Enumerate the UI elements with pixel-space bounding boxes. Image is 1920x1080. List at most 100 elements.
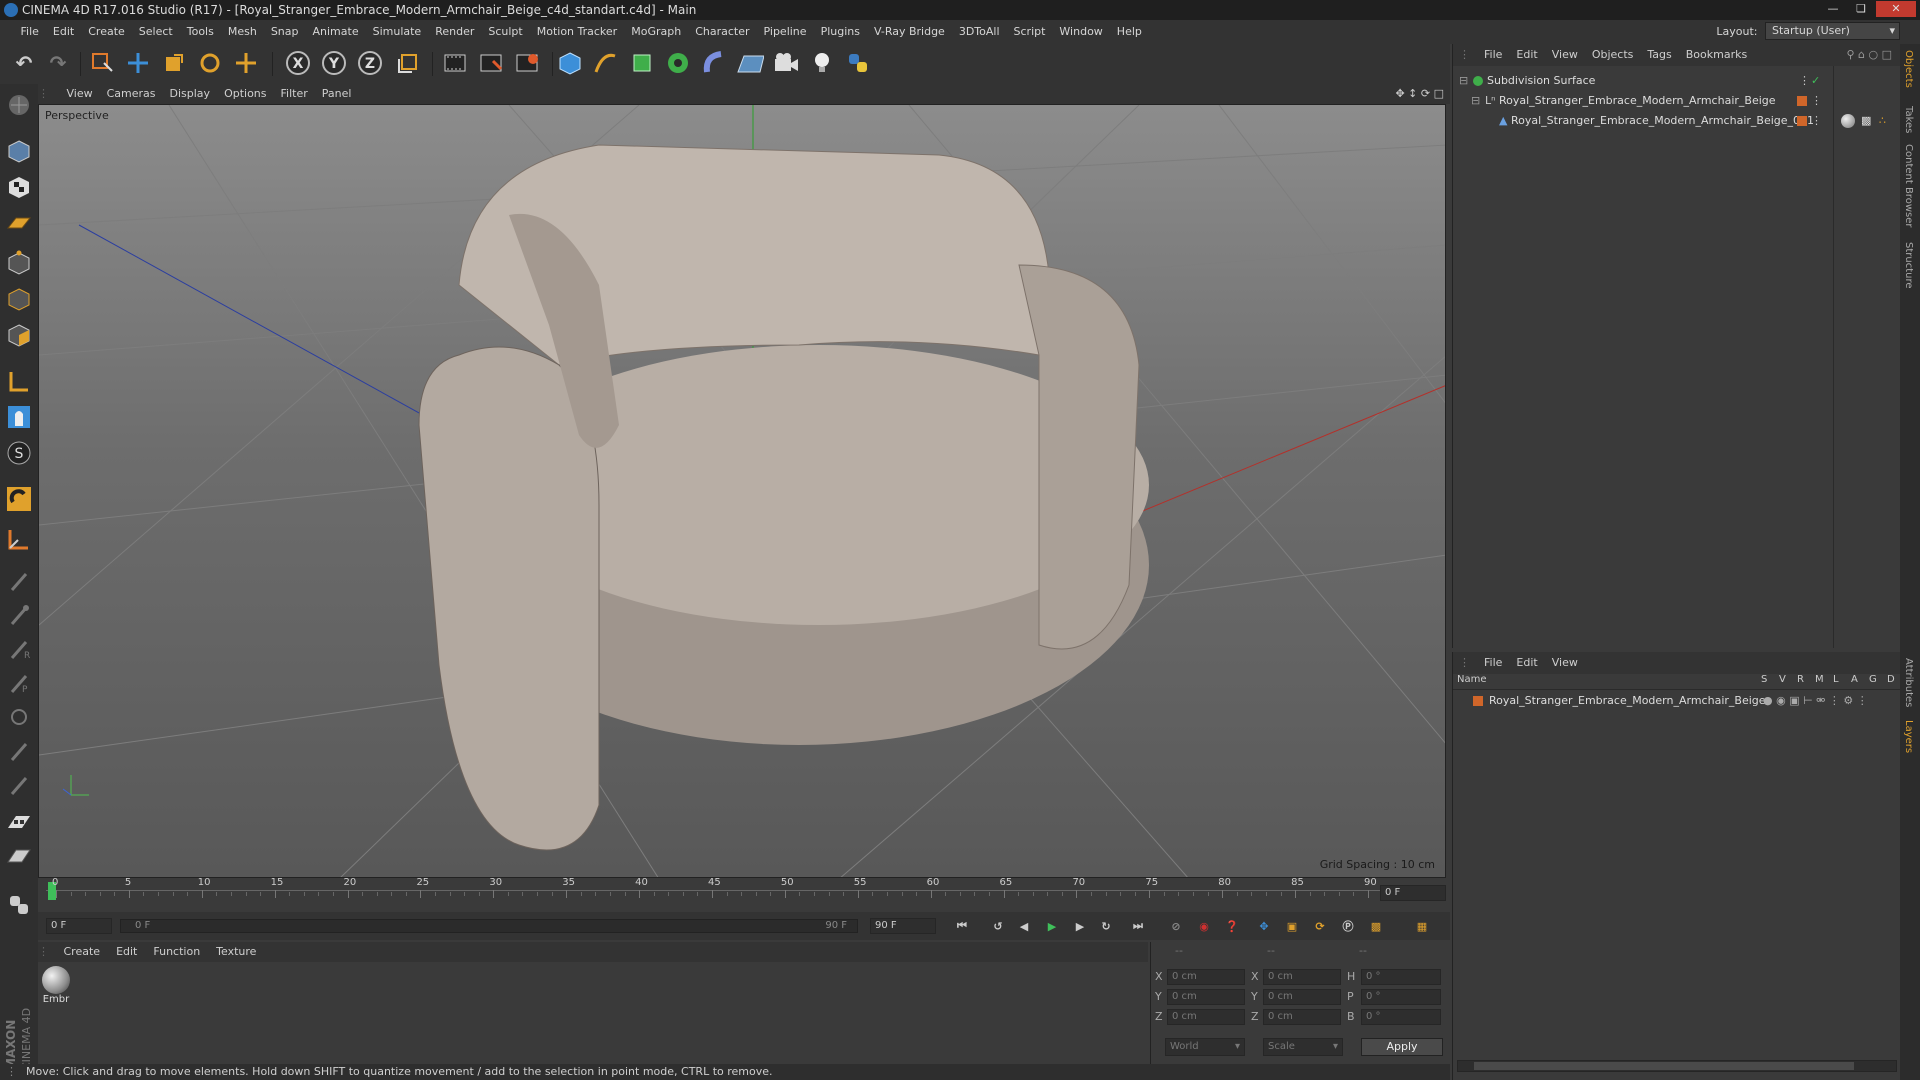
coordinate-system-dropdown[interactable]: World ▾ bbox=[1165, 1038, 1245, 1056]
model-mode-icon[interactable] bbox=[4, 136, 34, 166]
menu-sculpt[interactable]: Sculpt bbox=[481, 20, 529, 44]
light-icon[interactable] bbox=[808, 49, 836, 77]
texture-mode-icon[interactable] bbox=[4, 172, 34, 202]
layer-color-swatch[interactable] bbox=[1797, 96, 1807, 106]
spline-pen-icon[interactable] bbox=[592, 49, 620, 77]
python-icon[interactable] bbox=[844, 49, 872, 77]
menu-character[interactable]: Character bbox=[688, 20, 756, 44]
x-axis-lock-icon[interactable]: X bbox=[284, 49, 312, 77]
python-console-icon[interactable] bbox=[4, 890, 34, 920]
render-picture-viewer-icon[interactable] bbox=[478, 49, 506, 77]
floor-icon[interactable] bbox=[736, 49, 764, 77]
cube-primitive-icon[interactable] bbox=[556, 49, 584, 77]
layer-color-swatch[interactable] bbox=[1473, 696, 1483, 706]
menu-file[interactable]: File bbox=[14, 20, 46, 44]
rotation-p-field[interactable]: 0 ° bbox=[1361, 989, 1441, 1005]
magnet-icon[interactable] bbox=[4, 484, 34, 514]
z-axis-lock-icon[interactable]: Z bbox=[356, 49, 384, 77]
viewport-menu-cameras[interactable]: Cameras bbox=[100, 84, 163, 104]
scrollbar-thumb[interactable] bbox=[1474, 1062, 1854, 1070]
size-y-field[interactable]: 0 cm bbox=[1263, 989, 1341, 1005]
menu-pipeline[interactable]: Pipeline bbox=[757, 20, 814, 44]
material-tag-icon[interactable] bbox=[1841, 114, 1855, 128]
brush-tool-icon[interactable] bbox=[4, 566, 34, 596]
timeline-ruler[interactable]: 0 5 10 15 20 25 30 35 40 45 50 55 60 65 70 75 80 85 90 0 F bbox=[38, 877, 1450, 912]
perspective-viewport[interactable]: Perspective Grid Spacing : 10 cm bbox=[38, 104, 1446, 878]
visibility-dots-icon[interactable]: ⋮ bbox=[1799, 72, 1810, 90]
menu-window[interactable]: Window bbox=[1052, 20, 1109, 44]
size-mode-dropdown[interactable]: Scale ▾ bbox=[1263, 1038, 1343, 1056]
menu-vray-bridge[interactable]: V-Ray Bridge bbox=[867, 20, 952, 44]
layer-flag-icons[interactable]: ● ◉ ▣ ⊢ ⚮ ⋮ ⚙ ⋮ bbox=[1763, 692, 1868, 710]
record-keys-icon[interactable]: ◉ bbox=[1190, 912, 1218, 940]
menu-create[interactable]: Create bbox=[81, 20, 132, 44]
viewport-nav-icons[interactable]: ✥ ↕ ⟳ □ bbox=[1395, 84, 1444, 104]
camera-icon[interactable] bbox=[772, 49, 800, 77]
layout-dropdown[interactable]: Startup (User) ▾ bbox=[1765, 22, 1900, 40]
layer-menu-view[interactable]: View bbox=[1545, 652, 1585, 674]
current-frame-field[interactable]: 0 F bbox=[1380, 885, 1446, 901]
key-parameter-icon[interactable]: Ⓟ bbox=[1334, 912, 1362, 940]
rotation-b-field[interactable]: 0 ° bbox=[1361, 1009, 1441, 1025]
menu-help[interactable]: Help bbox=[1110, 20, 1149, 44]
transform-tool-icon[interactable] bbox=[232, 49, 260, 77]
viewport-menu-panel[interactable]: Panel bbox=[315, 84, 359, 104]
undo-icon[interactable]: ↶ bbox=[10, 49, 38, 77]
object-row[interactable]: ⊟ Lⁿ Royal_Stranger_Embrace_Modern_Armch… bbox=[1453, 92, 1901, 110]
render-view-icon[interactable] bbox=[442, 49, 470, 77]
visibility-dots-icon[interactable]: ⋮ bbox=[1811, 112, 1822, 130]
viewport-menu-filter[interactable]: Filter bbox=[274, 84, 315, 104]
menu-plugins[interactable]: Plugins bbox=[814, 20, 867, 44]
subdivision-surface-icon[interactable] bbox=[628, 49, 656, 77]
menu-script[interactable]: Script bbox=[1007, 20, 1053, 44]
collapse-icon[interactable]: ⊟ bbox=[1459, 72, 1468, 90]
go-to-end-icon[interactable]: ⏭ bbox=[1124, 912, 1152, 940]
sculpt-pinch-icon[interactable] bbox=[4, 770, 34, 800]
tab-attributes[interactable]: Attributes bbox=[1903, 658, 1914, 707]
menu-mograph[interactable]: MoGraph bbox=[624, 20, 688, 44]
tab-structure[interactable]: Structure bbox=[1903, 242, 1914, 289]
coordinate-system-icon[interactable] bbox=[394, 49, 422, 77]
sculpt-grab-icon[interactable] bbox=[4, 736, 34, 766]
key-pla-icon[interactable]: ▩ bbox=[1362, 912, 1390, 940]
tab-layers[interactable]: Layers bbox=[1903, 720, 1914, 753]
minimize-button[interactable]: — bbox=[1820, 1, 1846, 17]
position-z-field[interactable]: 0 cm bbox=[1167, 1009, 1245, 1025]
checker-tag-icon[interactable]: ▩ bbox=[1861, 112, 1871, 130]
material-menu-function[interactable]: Function bbox=[145, 942, 208, 962]
viewport-menu-view[interactable]: View bbox=[60, 84, 100, 104]
polygons-mode-icon[interactable] bbox=[4, 320, 34, 350]
layer-color-swatch[interactable] bbox=[1797, 116, 1807, 126]
position-y-field[interactable]: 0 cm bbox=[1167, 989, 1245, 1005]
keyframe-selection-icon[interactable]: ⊘ bbox=[1162, 912, 1190, 940]
layer-menu-file[interactable]: File bbox=[1477, 652, 1509, 674]
deformer-icon[interactable] bbox=[700, 49, 728, 77]
position-x-field[interactable]: 0 cm bbox=[1167, 969, 1245, 985]
snap-toggle-icon[interactable]: S bbox=[4, 438, 34, 468]
menu-snap[interactable]: Snap bbox=[264, 20, 306, 44]
material-menu-edit[interactable]: Edit bbox=[108, 942, 145, 962]
next-key-icon[interactable]: ↻ bbox=[1092, 912, 1120, 940]
grid-icon[interactable] bbox=[4, 842, 34, 872]
sculpt-pull-icon[interactable] bbox=[4, 600, 34, 630]
visibility-dots-icon[interactable]: ⋮ bbox=[1811, 92, 1822, 110]
menu-simulate[interactable]: Simulate bbox=[366, 20, 429, 44]
menu-3dtoall[interactable]: 3DToAll bbox=[952, 20, 1007, 44]
make-editable-icon[interactable] bbox=[4, 90, 34, 120]
key-scale-icon[interactable]: ▣ bbox=[1278, 912, 1306, 940]
rotate-tool-icon[interactable] bbox=[196, 49, 224, 77]
scale-tool-icon[interactable] bbox=[160, 49, 188, 77]
object-menu-objects[interactable]: Objects bbox=[1585, 44, 1641, 66]
menu-mesh[interactable]: Mesh bbox=[221, 20, 264, 44]
checkerboard-lock-icon[interactable] bbox=[4, 808, 34, 838]
axis-mode-icon[interactable] bbox=[4, 366, 34, 396]
cloner-icon[interactable] bbox=[664, 49, 692, 77]
edges-mode-icon[interactable] bbox=[4, 284, 34, 314]
sculpt-smooth-icon[interactable]: R bbox=[4, 634, 34, 664]
sculpt-inflate-icon[interactable] bbox=[4, 702, 34, 732]
object-row[interactable]: ⊟ Subdivision Surface ⋮ ✓ bbox=[1453, 72, 1901, 90]
object-manager-tool-icons[interactable]: ⚲ ⌂ ○ □ bbox=[1846, 44, 1892, 66]
start-frame-field[interactable]: 0 F bbox=[46, 918, 112, 934]
material-menu-create[interactable]: Create bbox=[56, 942, 109, 962]
live-selection-icon[interactable] bbox=[88, 49, 116, 77]
